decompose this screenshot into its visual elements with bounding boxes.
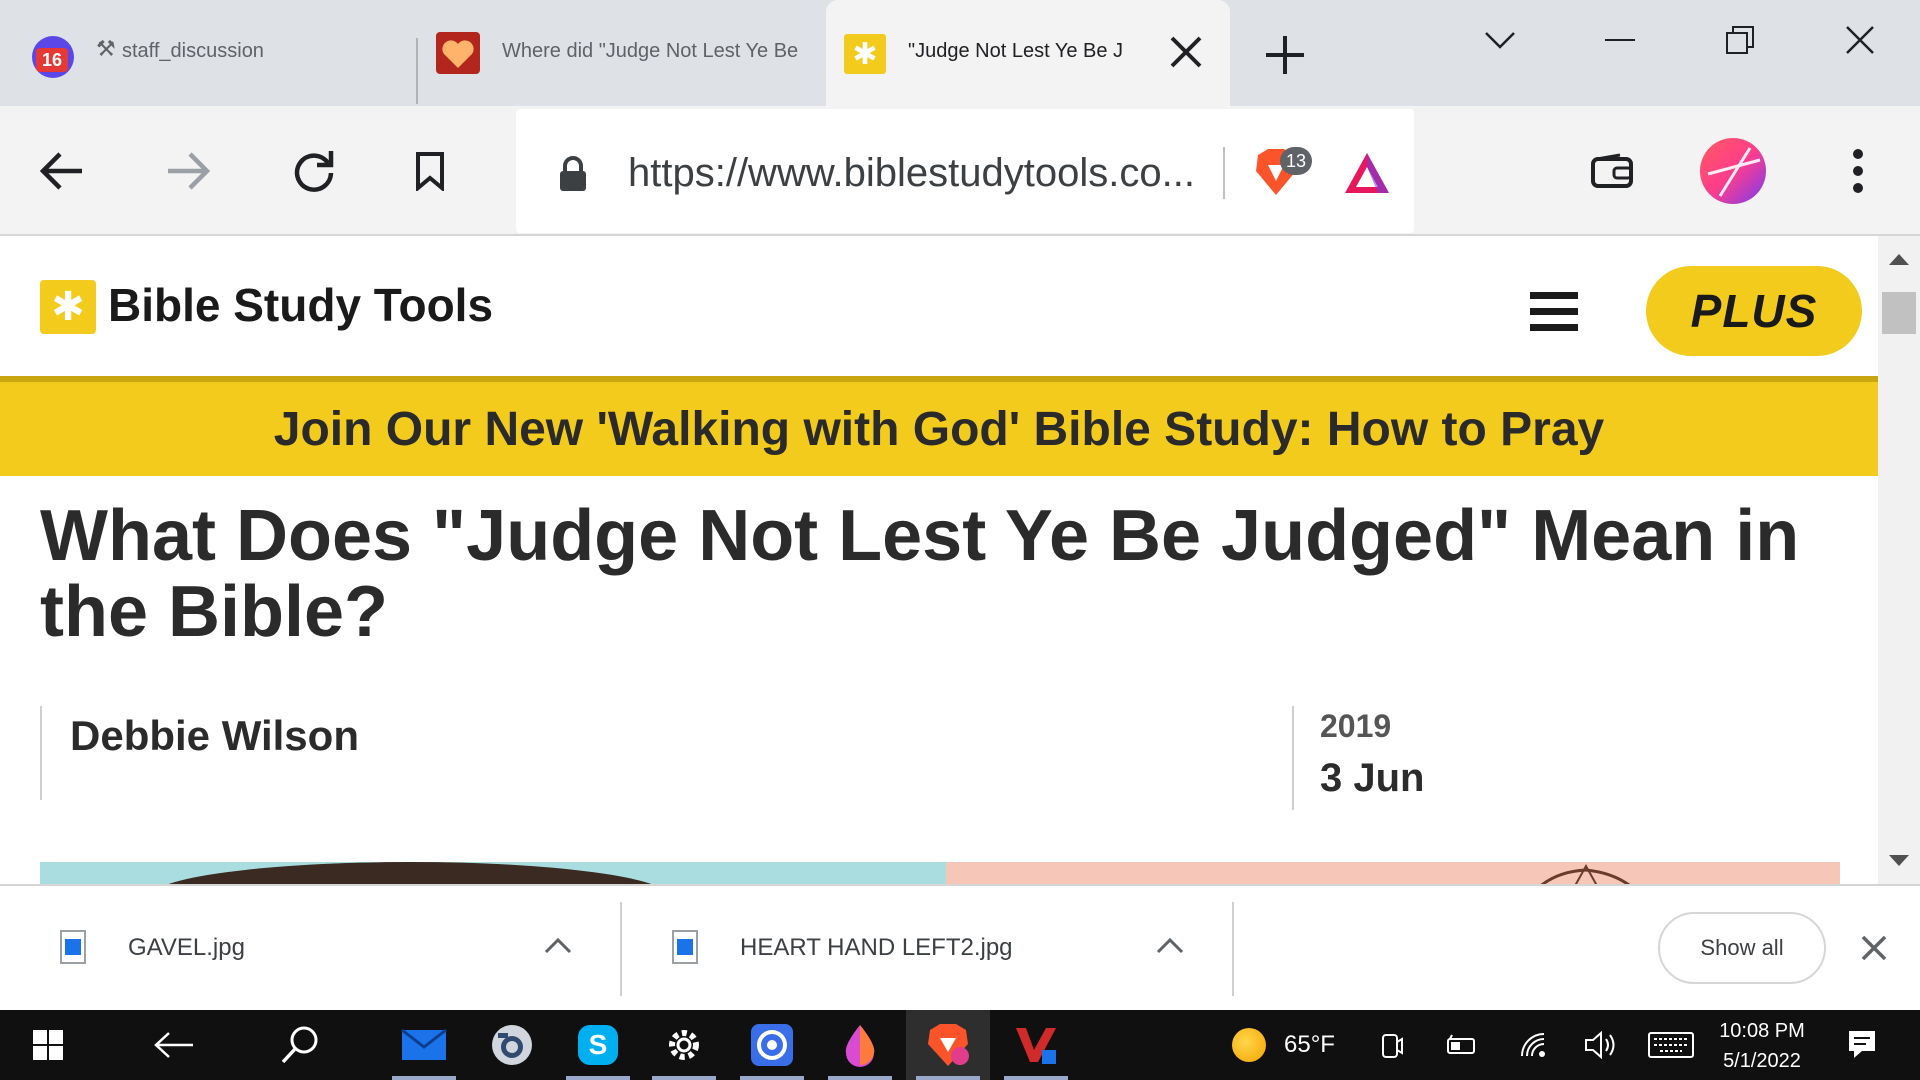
- temperature-text: 65°F: [1284, 1031, 1335, 1058]
- skype-icon[interactable]: S: [556, 1010, 640, 1080]
- tab-badge: 16: [36, 48, 68, 72]
- search-icon[interactable]: [258, 1010, 342, 1080]
- site-header: ✱ Bible Study Tools PLUS: [0, 236, 1878, 376]
- settings-gear-icon[interactable]: [642, 1010, 726, 1080]
- volume-icon[interactable]: [1584, 1030, 1618, 1065]
- address-bar[interactable]: https://www.biblestudytools.co... 13: [516, 109, 1414, 233]
- clock-time: 10:08 PM: [1719, 1020, 1805, 1042]
- back-button[interactable]: [22, 131, 102, 211]
- tab-title: Where did "Judge Not Lest Ye Be: [502, 40, 799, 62]
- hero-image-left: [40, 862, 946, 884]
- more-menu-icon[interactable]: [1818, 131, 1898, 211]
- running-indicator: [740, 1076, 804, 1080]
- tab-title: "Judge Not Lest Ye Be J: [908, 40, 1124, 62]
- show-all-button[interactable]: Show all: [1658, 912, 1826, 984]
- brave-browser-icon[interactable]: [906, 1010, 990, 1080]
- brave-rewards-icon[interactable]: [1342, 149, 1392, 197]
- forward-button[interactable]: [148, 131, 228, 211]
- page-scrollbar[interactable]: [1878, 236, 1920, 884]
- scroll-up-arrow-icon[interactable]: [1888, 252, 1910, 271]
- image-file-icon: [672, 930, 698, 964]
- running-indicator: [566, 1076, 630, 1080]
- download-shelf: GAVEL.jpg HEART HAND LEFT2.jpg Show all: [0, 884, 1920, 1010]
- chevron-up-icon[interactable]: [544, 936, 572, 959]
- paint-drop-icon[interactable]: [818, 1010, 902, 1080]
- close-window-button[interactable]: [1820, 14, 1900, 66]
- promo-banner-text[interactable]: Join Our New 'Walking with God' Bible St…: [274, 402, 1604, 457]
- bookmark-icon[interactable]: [390, 131, 470, 211]
- browser-toolbar: https://www.biblestudytools.co... 13: [0, 106, 1920, 236]
- publish-day-month: 3 Jun: [1320, 756, 1425, 800]
- scrollbar-thumb[interactable]: [1882, 292, 1916, 334]
- vivaldi-app-icon[interactable]: [994, 1010, 1078, 1080]
- running-indicator: [916, 1076, 980, 1080]
- calendar-icon: 16: [32, 36, 74, 78]
- wifi-icon[interactable]: [1518, 1030, 1548, 1065]
- windows-taskbar: S 65°F 10:08 PM 5/1/2022: [0, 1010, 1920, 1080]
- reload-button[interactable]: [274, 131, 354, 211]
- article-title: What Does "Judge Not Lest Ye Be Judged" …: [40, 496, 1800, 652]
- close-downloads-icon[interactable]: [1860, 934, 1888, 967]
- tab-search-chevron-down-icon[interactable]: [1460, 14, 1540, 66]
- running-indicator: [652, 1076, 716, 1080]
- download-item-gavel[interactable]: GAVEL.jpg: [0, 886, 620, 1010]
- tab-title: staff_discussion: [122, 40, 264, 62]
- hamburger-menu-icon[interactable]: [1526, 288, 1582, 336]
- site-logo-text[interactable]: Bible Study Tools: [108, 278, 493, 332]
- hero-image-right: [946, 862, 1840, 884]
- running-indicator: [828, 1076, 892, 1080]
- date-rule: [1292, 706, 1294, 810]
- author-name[interactable]: Debbie Wilson: [70, 712, 359, 760]
- close-tab-icon[interactable]: [1166, 32, 1206, 72]
- system-clock[interactable]: 10:08 PM 5/1/2022: [1702, 1016, 1822, 1076]
- running-indicator: [1004, 1076, 1068, 1080]
- battery-icon[interactable]: [1446, 1034, 1478, 1061]
- download-divider: [1232, 902, 1234, 996]
- tab-judge-not-lest-ye-be[interactable]: ✱ "Judge Not Lest Ye Be J: [826, 0, 1230, 106]
- hero-image: [40, 862, 1840, 884]
- download-item-heart-hand[interactable]: HEART HAND LEFT2.jpg: [622, 886, 1232, 1010]
- image-file-icon: [60, 930, 86, 964]
- new-tab-button[interactable]: [1262, 32, 1308, 78]
- site-logo-icon[interactable]: ✱: [40, 280, 96, 334]
- brave-shields-icon[interactable]: 13: [1254, 147, 1312, 201]
- chevron-up-icon[interactable]: [1156, 936, 1184, 959]
- tools-icon: ⚒: [96, 36, 116, 61]
- url-text[interactable]: https://www.biblestudytools.co...: [628, 151, 1195, 196]
- promo-banner[interactable]: Join Our New 'Walking with God' Bible St…: [0, 376, 1878, 476]
- minimize-button[interactable]: [1580, 14, 1660, 66]
- cortana-app-icon[interactable]: [730, 1010, 814, 1080]
- back-arrow-icon[interactable]: [132, 1010, 216, 1080]
- running-indicator: [392, 1076, 456, 1080]
- scroll-down-arrow-icon[interactable]: [1888, 854, 1910, 873]
- page-viewport: ✱ Bible Study Tools PLUS Join Our New 'W…: [0, 236, 1878, 884]
- mail-icon[interactable]: [382, 1010, 466, 1080]
- clock-date: 5/1/2022: [1723, 1050, 1801, 1072]
- camera-app-icon[interactable]: [470, 1010, 554, 1080]
- shields-count-badge: 13: [1280, 147, 1312, 175]
- start-windows-icon[interactable]: [6, 1010, 90, 1080]
- heart-icon: [436, 32, 480, 74]
- restore-button[interactable]: [1700, 14, 1780, 66]
- tab-where-did-judge-not[interactable]: Where did "Judge Not Lest Ye Be: [420, 0, 824, 106]
- svg-text:S: S: [589, 1029, 608, 1060]
- lock-icon: [558, 155, 588, 193]
- plus-button[interactable]: PLUS: [1646, 266, 1862, 356]
- download-filename: GAVEL.jpg: [128, 934, 245, 961]
- wallet-icon[interactable]: [1572, 131, 1652, 211]
- byline-rule: [40, 706, 42, 800]
- weather-widget[interactable]: 65°F: [1232, 1010, 1335, 1080]
- keyboard-icon[interactable]: [1648, 1032, 1694, 1063]
- meet-now-icon[interactable]: [1380, 1032, 1404, 1065]
- sun-icon: [1232, 1028, 1266, 1062]
- profile-avatar[interactable]: [1700, 138, 1766, 204]
- download-filename: HEART HAND LEFT2.jpg: [740, 934, 1013, 961]
- omnibox-divider: [1223, 147, 1225, 199]
- bible-study-tools-favicon: ✱: [844, 34, 886, 74]
- publish-year: 2019: [1320, 708, 1392, 744]
- tab-strip: 16 ⚒ staff_discussion Where did "Judge N…: [0, 0, 1920, 106]
- tab-staff-discussion[interactable]: 16 ⚒ staff_discussion: [0, 0, 416, 106]
- notification-icon[interactable]: [1848, 1030, 1876, 1065]
- tab-divider: [416, 38, 418, 104]
